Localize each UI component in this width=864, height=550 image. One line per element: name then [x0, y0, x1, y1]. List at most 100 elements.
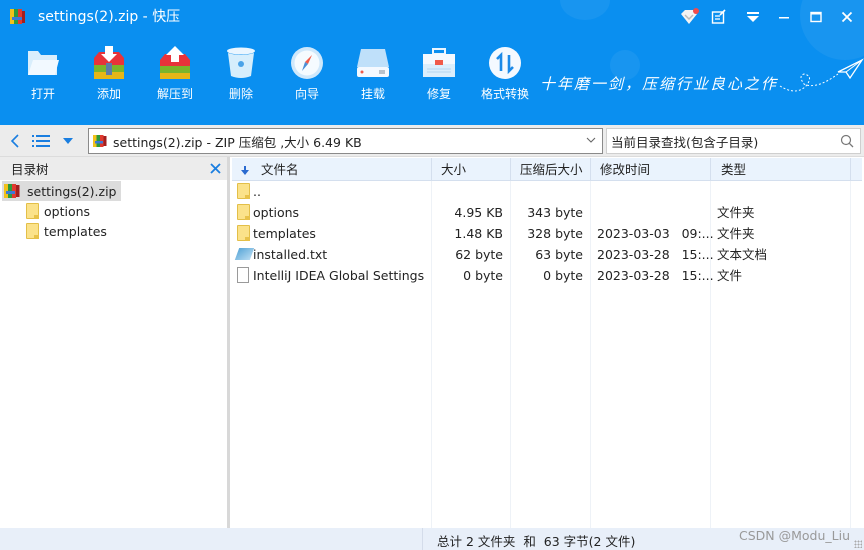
search-input[interactable] [611, 133, 831, 149]
app-header: settings(2).zip - 快压 打开 添加 解压到 删除 向导 挂载 … [0, 0, 864, 125]
file-packed-size: 0 byte [543, 268, 583, 283]
minimize-icon [779, 17, 789, 19]
close-icon [210, 162, 221, 174]
zip-archive-icon [93, 135, 107, 147]
file-name: options [253, 205, 300, 220]
file-size: 0 byte [463, 268, 503, 283]
repair-button[interactable]: 修复 [406, 45, 472, 107]
feedback-button[interactable] [706, 6, 732, 28]
resize-grip[interactable] [854, 540, 862, 548]
maximize-icon [810, 11, 822, 23]
toolbox-icon [423, 48, 455, 77]
file-name: templates [253, 226, 316, 241]
repair-label: 修复 [426, 87, 451, 101]
file-packed-size: 328 byte [527, 226, 583, 241]
status-bar: 总计 2 文件夹 和 63 字节(2 文件) CSDN @Modu_Liu [0, 528, 864, 550]
file-row-parent[interactable]: .. [234, 181, 860, 202]
file-type: 文件夹 [717, 205, 755, 220]
search-icon [840, 134, 854, 148]
status-summary: 总计 2 文件夹 和 63 字节(2 文件) [437, 534, 636, 549]
path-dropdown[interactable] [586, 135, 596, 146]
wizard-button[interactable]: 向导 [274, 45, 340, 107]
feedback-icon [711, 9, 726, 24]
file-row[interactable]: templates 1.48 KB 328 byte 2023-03-03 09… [234, 223, 860, 244]
column-label: 类型 [721, 162, 747, 177]
column-header-type[interactable]: 类型 [711, 158, 851, 181]
directory-tree-panel: 目录树 settings(2).zip options templates [0, 157, 230, 528]
column-header-packed-size[interactable]: 压缩后大小 [511, 158, 591, 181]
folder-icon [237, 225, 250, 241]
delete-label: 删除 [228, 87, 253, 101]
column-label: 修改时间 [600, 162, 651, 177]
main-toolbar: 打开 添加 解压到 删除 向导 挂载 修复 格式转换 [10, 45, 538, 107]
tree-node-label: templates [44, 223, 107, 239]
maximize-button[interactable] [803, 6, 829, 28]
folder-icon-wrap [237, 183, 250, 204]
open-button[interactable]: 打开 [10, 45, 76, 107]
column-label: 大小 [441, 162, 467, 177]
file-list: 文件名 大小 压缩后大小 修改时间 类型 .. options 4.95 KB … [230, 157, 864, 528]
format-convert-button[interactable]: 格式转换 [472, 45, 538, 107]
file-size: 4.95 KB [454, 205, 503, 220]
open-folder-icon [28, 51, 59, 75]
file-modified: 2023-03-28 15:... [597, 247, 714, 262]
path-text: settings(2).zip - ZIP 压缩包 ,大小 6.49 KB [113, 134, 362, 150]
window-title: settings(2).zip - 快压 [38, 9, 181, 25]
address-bar: settings(2).zip - ZIP 压缩包 ,大小 6.49 KB [0, 125, 864, 157]
mount-label: 挂载 [360, 87, 385, 101]
folder-icon [26, 223, 39, 239]
main-menu-button[interactable] [740, 6, 766, 28]
close-button[interactable] [834, 6, 860, 28]
search-button[interactable] [840, 134, 854, 151]
extract-to-button[interactable]: 解压到 [142, 45, 208, 107]
open-label: 打开 [30, 87, 55, 101]
file-modified: 2023-03-28 15:... [597, 268, 714, 283]
column-header-modified[interactable]: 修改时间 [591, 158, 711, 181]
folder-icon-wrap [237, 225, 250, 246]
zip-archive-icon [4, 184, 20, 198]
file-size: 1.48 KB [454, 226, 503, 241]
kuaiya-app-icon [10, 9, 25, 24]
view-dropdown-button[interactable] [60, 131, 76, 151]
column-header-size[interactable]: 大小 [432, 158, 511, 181]
tree-close-button[interactable] [210, 160, 221, 178]
mount-button[interactable]: 挂载 [340, 45, 406, 107]
file-name: .. [253, 184, 261, 199]
vip-button[interactable] [676, 6, 702, 28]
delete-button[interactable]: 删除 [208, 45, 274, 107]
file-row[interactable]: installed.txt 62 byte 63 byte 2023-03-28… [234, 244, 860, 265]
add-archive-icon [94, 46, 124, 79]
tree-title: 目录树 [11, 162, 49, 177]
column-label: 文件名 [261, 162, 299, 177]
file-type: 文件 [717, 268, 743, 283]
file-name: installed.txt [253, 247, 328, 262]
file-type: 文本文档 [717, 247, 768, 262]
tree-node-root[interactable]: settings(2).zip [2, 181, 121, 201]
chevron-down-icon [586, 137, 596, 143]
add-button[interactable]: 添加 [76, 45, 142, 107]
folder-icon [237, 204, 250, 220]
status-divider [422, 528, 423, 550]
add-label: 添加 [96, 87, 121, 101]
watermark-text: CSDN @Modu_Liu [739, 528, 851, 543]
title-bar[interactable]: settings(2).zip - 快压 [0, 0, 864, 34]
path-combobox[interactable]: settings(2).zip - ZIP 压缩包 ,大小 6.49 KB [88, 128, 603, 154]
tree-node-templates[interactable]: templates [26, 221, 107, 241]
tree-node-options[interactable]: options [26, 201, 90, 221]
extract-to-label: 解压到 [156, 87, 193, 101]
file-row[interactable]: options 4.95 KB 343 byte 文件夹 [234, 202, 860, 223]
tree-node-label: options [44, 203, 91, 219]
column-header-name[interactable]: 文件名 [232, 158, 432, 181]
file-row[interactable]: IntelliJ IDEA Global Settings 0 byte 0 b… [234, 265, 860, 286]
convert-arrows-icon [489, 47, 521, 79]
extract-to-icon [160, 46, 190, 79]
wizard-label: 向导 [294, 87, 319, 101]
minimize-button[interactable] [771, 6, 797, 28]
back-button[interactable] [8, 131, 22, 151]
paper-plane-icon [779, 58, 864, 92]
column-label: 压缩后大小 [520, 162, 583, 177]
vip-diamond-icon [681, 8, 699, 24]
view-mode-button[interactable] [30, 131, 52, 151]
menu-dropdown-icon [747, 12, 759, 22]
tree-node-label: settings(2).zip [27, 183, 117, 199]
